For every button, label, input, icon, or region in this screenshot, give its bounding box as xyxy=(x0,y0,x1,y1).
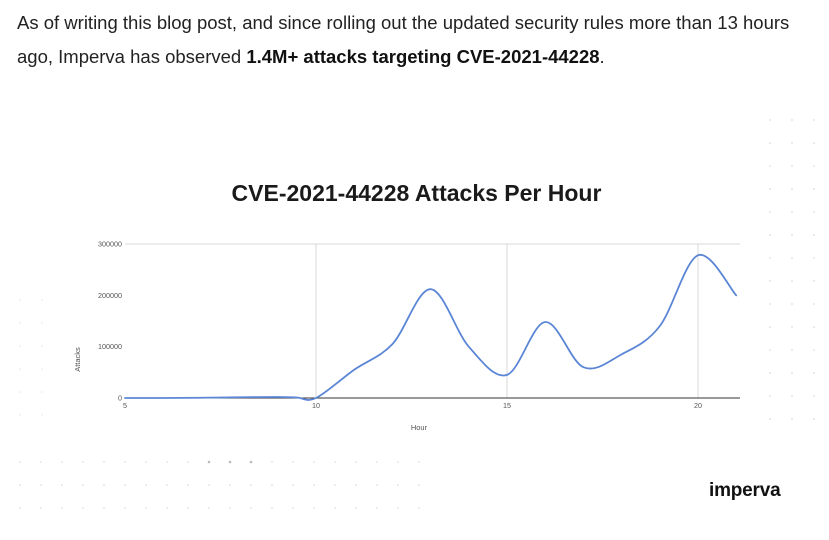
x-tick-label: 15 xyxy=(503,401,511,410)
imperva-logo: imperva xyxy=(709,480,781,501)
x-axis-label: Hour xyxy=(411,423,428,432)
y-tick-label: 0 xyxy=(118,394,122,403)
x-tick-label: 10 xyxy=(312,401,320,410)
attacks-line-chart: 0 100000 200000 300000 5 10 15 20 Hour Attacks xyxy=(73,240,740,432)
y-tick-label: 300000 xyxy=(98,240,122,249)
series-line xyxy=(124,254,738,401)
x-tick-label: 20 xyxy=(694,401,702,410)
x-tick-label: 5 xyxy=(123,401,127,410)
y-tick-label: 200000 xyxy=(98,291,122,300)
y-axis-label: Attacks xyxy=(73,347,82,372)
y-tick-label: 100000 xyxy=(98,342,122,351)
